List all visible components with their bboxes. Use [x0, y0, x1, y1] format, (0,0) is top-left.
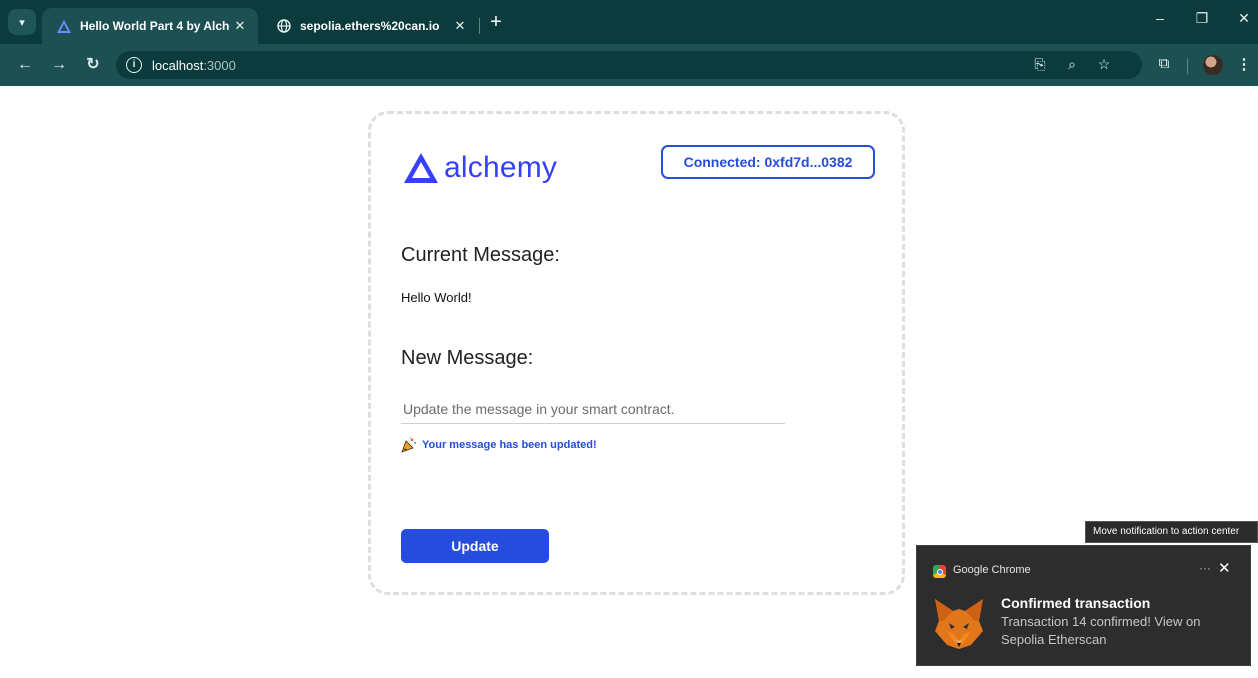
chrome-notification-toast[interactable]: Google Chrome ··· ✕ Confirmed transactio…: [916, 545, 1251, 666]
tab-divider: [479, 18, 480, 34]
alchemy-logo-icon: [404, 153, 438, 183]
alchemy-logo-icon: [56, 18, 72, 34]
url-host: localhost: [152, 58, 204, 73]
close-tab-icon[interactable]: ✕: [230, 18, 250, 34]
new-message-heading: New Message:: [401, 347, 534, 369]
minimize-icon[interactable]: –: [1146, 10, 1174, 26]
tab-sepolia-etherscan[interactable]: sepolia.ethers%20can.io ✕: [262, 8, 478, 44]
back-arrow-icon[interactable]: ←: [14, 54, 36, 76]
toolbar-divider: [1187, 58, 1188, 74]
close-tab-icon[interactable]: ✕: [450, 18, 470, 34]
logo-text: alchemy: [444, 151, 558, 184]
zoom-icon[interactable]: ⌕: [1062, 56, 1082, 73]
close-window-icon[interactable]: ✕: [1230, 10, 1258, 27]
notification-body: Transaction 14 confirmed! View on Sepoli…: [1001, 614, 1201, 647]
reload-icon[interactable]: ↻: [82, 54, 104, 76]
url-text[interactable]: localhost:3000: [152, 58, 236, 73]
metamask-fox-icon: [935, 599, 983, 649]
tab-search-button[interactable]: ▾: [8, 9, 36, 35]
site-info-icon[interactable]: i: [126, 57, 142, 73]
extensions-icon[interactable]: ⧉: [1153, 55, 1175, 72]
menu-kebab-icon[interactable]: ⋮: [1233, 55, 1255, 73]
current-message-heading: Current Message:: [401, 244, 560, 266]
browser-toolbar: ← → ↻ i localhost:3000 ⎘ ⌕ ☆ ⧉ ⋮: [0, 44, 1258, 86]
current-message-text: Hello World!: [401, 290, 472, 305]
wallet-connect-button[interactable]: Connected: 0xfd7d...0382: [661, 145, 875, 179]
chevron-down-icon: ▾: [19, 16, 25, 29]
tab-title: Hello World Part 4 by Alchemy: [80, 19, 230, 33]
restore-icon[interactable]: ❐: [1188, 10, 1216, 27]
tab-strip: ▾ Hello World Part 4 by Alchemy ✕ sepoli…: [0, 0, 1258, 44]
update-status: Your message has been updated!: [401, 437, 597, 453]
address-bar[interactable]: i localhost:3000 ⎘ ⌕ ☆: [116, 51, 1142, 79]
close-notification-icon[interactable]: ✕: [1218, 559, 1231, 577]
globe-icon: [276, 18, 292, 34]
tab-title: sepolia.ethers%20can.io: [300, 19, 440, 33]
more-options-icon[interactable]: ···: [1199, 561, 1211, 575]
url-port: :3000: [203, 58, 236, 73]
update-button[interactable]: Update: [401, 529, 549, 563]
new-tab-button[interactable]: +: [484, 11, 508, 35]
notification-app-name: Google Chrome: [953, 564, 1031, 576]
status-text: Your message has been updated!: [422, 439, 597, 451]
install-app-icon[interactable]: ⎘: [1030, 56, 1050, 73]
hello-world-card: alchemy Connected: 0xfd7d...0382 Current…: [368, 111, 905, 595]
profile-avatar[interactable]: [1203, 55, 1223, 75]
forward-arrow-icon[interactable]: →: [48, 54, 70, 76]
party-popper-icon: [401, 437, 416, 453]
new-message-input[interactable]: [401, 394, 785, 424]
chrome-icon: [933, 565, 946, 578]
bookmark-star-icon[interactable]: ☆: [1094, 56, 1114, 73]
tab-hello-world[interactable]: Hello World Part 4 by Alchemy ✕: [42, 8, 258, 44]
move-notification-tooltip: Move notification to action center: [1085, 521, 1258, 543]
alchemy-logo: alchemy: [404, 148, 557, 188]
notification-title: Confirmed transaction: [1001, 595, 1151, 611]
